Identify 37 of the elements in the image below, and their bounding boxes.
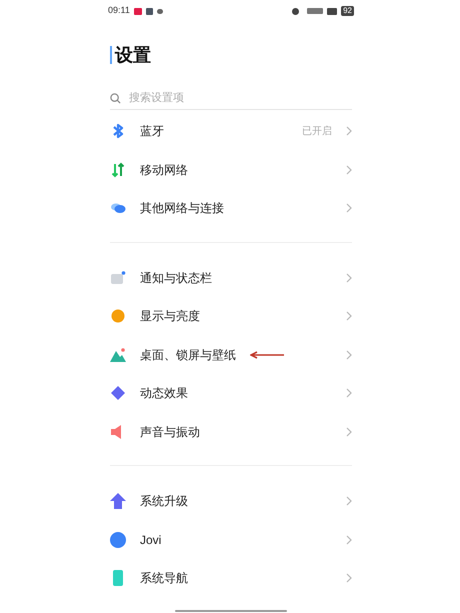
- chevron-icon: [346, 164, 352, 175]
- notification-icon: [110, 270, 126, 286]
- settings-item[interactable]: 其他网络与连接: [110, 189, 352, 228]
- search-icon: [110, 93, 121, 104]
- settings-item[interactable]: 桌面、锁屏与壁纸: [110, 336, 352, 374]
- settings-item[interactable]: 显示与亮度: [110, 297, 352, 336]
- chevron-icon: [346, 573, 352, 584]
- chevron-icon: [346, 426, 352, 437]
- status-time: 09:11: [108, 4, 130, 18]
- circle-icon: [110, 308, 126, 324]
- search-field[interactable]: 搜索设置项: [129, 90, 352, 107]
- alarm-icon: [292, 8, 300, 14]
- chevron-icon: [346, 203, 352, 214]
- settings-item[interactable]: 系统导航: [110, 559, 352, 598]
- chevron-icon: [346, 126, 352, 136]
- settings-item[interactable]: 蓝牙 已开启: [110, 112, 352, 150]
- settings-item[interactable]: 动态效果: [110, 374, 352, 412]
- mountain-icon: [110, 346, 126, 363]
- settings-item[interactable]: 系统升级: [110, 482, 352, 520]
- battery-level: 92: [341, 6, 354, 16]
- settings-item[interactable]: 声音与振动: [110, 412, 352, 451]
- bubble-icon: [110, 532, 126, 548]
- chevron-icon: [346, 534, 352, 545]
- chevron-icon: [346, 311, 352, 322]
- arrows-icon: [110, 162, 126, 178]
- chevron-icon: [346, 350, 352, 360]
- phone-icon: [110, 570, 126, 586]
- chevron-icon: [346, 496, 352, 506]
- title-accent: [110, 46, 112, 64]
- settings-item[interactable]: 通知与状态栏: [110, 258, 352, 297]
- settings-item[interactable]: 移动网络: [110, 150, 352, 189]
- diamond-icon: [110, 385, 126, 402]
- page-title: 设置: [115, 44, 151, 66]
- chevron-icon: [346, 388, 352, 398]
- arrow-up-icon: [110, 493, 126, 510]
- chevron-icon: [346, 272, 352, 283]
- settings-item[interactable]: Jovi: [110, 520, 352, 559]
